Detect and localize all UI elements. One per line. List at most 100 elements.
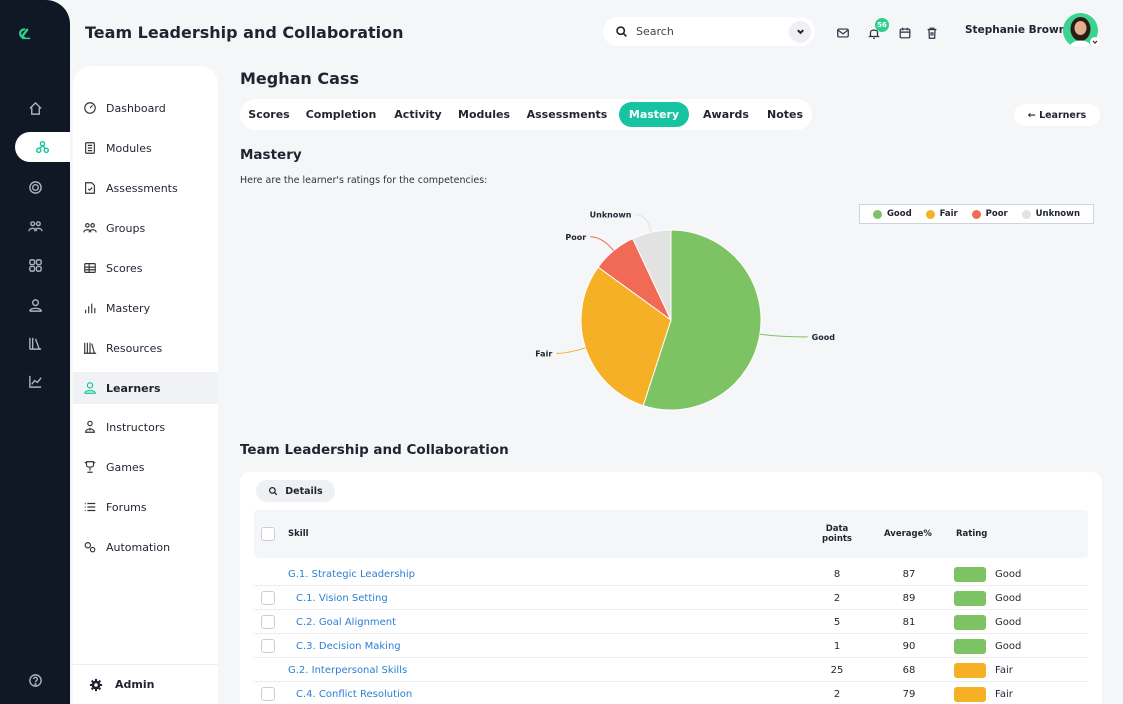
pie-label-good: Good [812,333,836,342]
skill-link[interactable]: C.3. Decision Making [296,634,401,658]
average-value: 79 [902,688,916,700]
pie-label-unknown: Unknown [590,211,632,220]
people-icon[interactable] [0,211,70,241]
sidebar-item-resources[interactable]: Resources [73,332,218,364]
details-button[interactable]: Details [256,480,335,502]
mastery-icon [85,303,96,314]
row-checkbox[interactable] [261,682,275,704]
section-title: Mastery [240,147,302,163]
sidebar-item-groups[interactable]: Groups [73,212,218,244]
rating-swatch [954,634,986,658]
table-title: Team Leadership and Collaboration [240,442,509,458]
sidebar-item-instructors[interactable]: Instructors [73,411,218,443]
table-row[interactable]: C.1. Vision Setting 2 89 Good [254,586,1088,610]
sidebar-item-games[interactable]: Games [73,451,218,483]
help-icon[interactable] [0,665,70,695]
sidebar-item-scores[interactable]: Scores [73,252,218,284]
apps-icon[interactable] [0,250,70,280]
analytics-icon[interactable] [0,366,70,396]
pie-label-poor: Poor [565,233,586,242]
legend-item-unknown[interactable]: Unknown [1021,209,1080,219]
library-icon[interactable] [0,328,70,358]
brand-logo-icon[interactable] [16,26,56,66]
assessments-icon [85,182,95,194]
tab-notes[interactable]: Notes [762,102,808,127]
tab-scores[interactable]: Scores [244,102,294,127]
legend-item-fair[interactable]: Fair [925,209,958,219]
average-value: 90 [902,640,916,652]
table-row[interactable]: C.2. Goal Alignment 5 81 Good [254,610,1088,634]
notification-badge: 56 [875,18,889,32]
user-name[interactable]: Stephanie Brown [965,24,1066,36]
trash-icon[interactable] [925,25,939,39]
skill-link[interactable]: C.1. Vision Setting [296,586,388,610]
rating-swatch [954,610,986,634]
column-average[interactable]: Average% [884,510,932,558]
calendar-icon[interactable] [898,25,912,39]
rating-label: Good [995,592,1022,604]
home-icon[interactable] [0,93,70,123]
sidebar-item-dashboard[interactable]: Dashboard [73,92,218,124]
resources-icon [83,342,97,354]
row-checkbox[interactable] [261,634,275,658]
network-icon[interactable] [15,132,70,162]
mail-icon[interactable] [836,25,850,39]
select-all-checkbox[interactable] [261,510,275,558]
search-dropdown-button[interactable] [789,20,811,43]
tab-assessments[interactable]: Assessments [522,102,612,127]
rating-label: Fair [995,664,1013,676]
dashboard-icon [84,102,96,114]
tab-activity[interactable]: Activity [388,102,448,127]
skill-link[interactable]: C.2. Goal Alignment [296,610,396,634]
mastery-pie-chart: Good Fair Poor Unknown [535,211,836,411]
intro-text: Here are the learner's ratings for the c… [240,175,488,186]
chart-legend: Good Fair Poor Unknown [859,204,1094,224]
average-value: 68 [902,664,916,676]
scores-icon [84,263,96,273]
sidebar-item-assessments[interactable]: Assessments [73,172,218,204]
rating-swatch [954,586,986,610]
legend-item-poor[interactable]: Poor [971,209,1008,219]
average-value: 89 [902,592,916,604]
games-icon [84,461,96,473]
data-points-value: 1 [833,640,841,652]
data-points-value: 2 [833,688,841,700]
row-checkbox[interactable] [261,610,275,634]
average-value: 81 [902,616,916,628]
tab-awards[interactable]: Awards [698,102,754,127]
learners-icon [84,382,96,394]
search-input[interactable]: Search [603,17,815,46]
back-to-learners-button[interactable]: ← Learners [1014,104,1100,126]
sidebar-item-mastery[interactable]: Mastery [73,292,218,324]
rating-swatch [954,562,986,586]
tab-mastery[interactable]: Mastery [619,102,689,127]
skill-link[interactable]: C.4. Conflict Resolution [296,682,412,704]
sidebar-item-learners[interactable]: Learners [73,372,218,404]
groups-icon [83,223,97,233]
sidebar-item-automation[interactable]: Automation [73,531,218,563]
tab-modules[interactable]: Modules [456,102,512,127]
target-icon[interactable] [0,172,70,202]
column-skill[interactable]: Skill [288,510,309,558]
table-row[interactable]: G.2. Interpersonal Skills 25 68 Fair [254,658,1088,682]
pie-label-fair: Fair [535,349,552,358]
user-menu-chevron-icon[interactable] [1090,37,1100,47]
row-checkbox[interactable] [261,586,275,610]
data-points-value: 5 [833,616,841,628]
column-data-points[interactable]: Data points [807,510,867,558]
user-icon[interactable] [0,290,70,320]
legend-item-good[interactable]: Good [872,209,912,219]
sidebar-item-admin[interactable]: Admin [73,664,218,704]
app-title: Team Leadership and Collaboration [85,23,404,42]
tab-completion[interactable]: Completion [304,102,378,127]
sidebar-item-modules[interactable]: Modules [73,132,218,164]
skill-link[interactable]: G.1. Strategic Leadership [288,562,415,586]
table-row[interactable]: G.1. Strategic Leadership 8 87 Good [254,562,1088,586]
skill-link[interactable]: G.2. Interpersonal Skills [288,658,407,682]
column-rating[interactable]: Rating [956,510,987,558]
table-row[interactable]: C.4. Conflict Resolution 2 79 Fair [254,682,1088,704]
table-row[interactable]: C.3. Decision Making 1 90 Good [254,634,1088,658]
sidebar: Dashboard Modules Assessments Groups Sco… [73,66,218,704]
sidebar-item-forums[interactable]: Forums [73,491,218,523]
pie-leader-line [635,214,652,233]
